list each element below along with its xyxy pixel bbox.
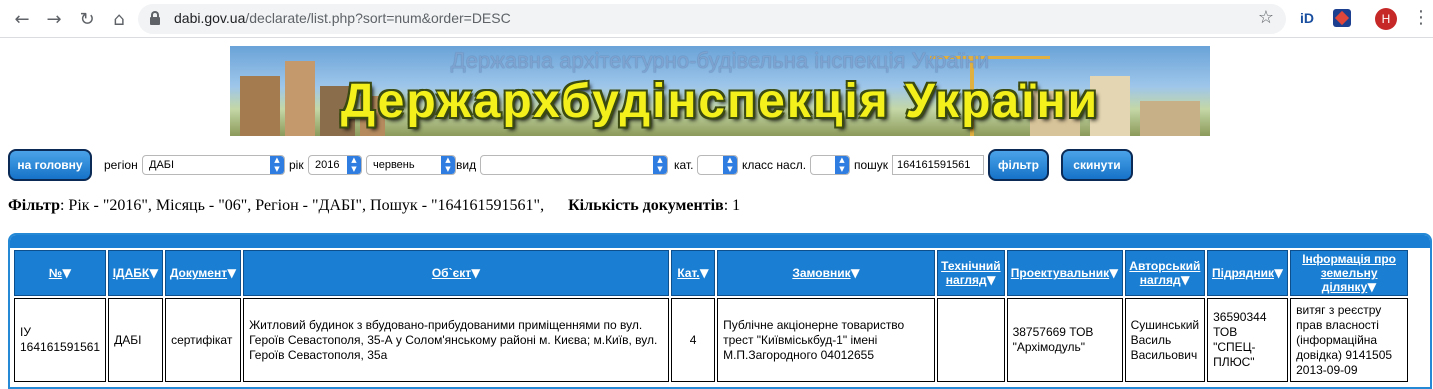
sort-link[interactable]: Замовник (792, 266, 850, 280)
filter-toolbar: на головну регіон ДАБІ ▲ ▼ рік 2016 ▲ ▼ черв… (8, 149, 1428, 183)
col-idabk[interactable]: ІДАБК▼ (108, 250, 164, 296)
back-arrow-icon[interactable]: ← (10, 7, 34, 31)
class-select[interactable]: ▲ ▼ (810, 155, 850, 175)
extension-icon[interactable] (1333, 9, 1351, 27)
sort-link[interactable]: Інформація про земельну ділянку (1302, 252, 1396, 294)
reset-button[interactable]: скинути (1061, 149, 1133, 181)
sort-desc-icon: ▼ (62, 266, 72, 280)
count-value: : 1 (723, 197, 741, 214)
cat-select[interactable]: ▲ ▼ (697, 155, 738, 175)
col-tech-supervision[interactable]: Технічний нагляд▼ (937, 250, 1005, 296)
sort-desc-icon: ▼ (699, 266, 709, 280)
year-label: рік (289, 158, 304, 172)
col-author-supervision[interactable]: Авторський нагляд▼ (1124, 250, 1206, 296)
cell-contractor: 36590344 ТОВ "СПЕЦ-ПЛЮС" (1207, 298, 1289, 382)
col-num[interactable]: №▼ (14, 250, 107, 296)
month-value: червень (373, 159, 415, 171)
cell-land-info: витяг з реєстру прав власності (інформац… (1290, 298, 1409, 382)
url-text: dabi.gov.ua/declarate/list.php?sort=num&… (174, 10, 511, 26)
class-label: класс насл. (742, 158, 807, 172)
cell-num: ІУ 164161591561 (14, 298, 107, 382)
col-land-info[interactable]: Інформація про земельну ділянку▼ (1290, 250, 1409, 296)
cell-cat: 4 (671, 298, 716, 382)
month-select[interactable]: червень ▲ ▼ (366, 155, 456, 175)
reload-icon[interactable]: ↻ (75, 7, 99, 31)
sort-link[interactable]: Підрядник (1212, 266, 1274, 280)
filter-text: : Рік - "2016", Місяць - "06", Регіон - … (59, 197, 545, 214)
sort-link[interactable]: № (49, 266, 62, 280)
select-chevron-icon: ▲ ▼ (347, 156, 361, 174)
filter-button[interactable]: фільтр (988, 149, 1049, 181)
cell-idabk: ДАБІ (108, 298, 164, 382)
col-contractor[interactable]: Підрядник▼ (1207, 250, 1289, 296)
profile-avatar[interactable]: H (1375, 8, 1397, 30)
col-designer[interactable]: Проектувальник▼ (1006, 250, 1123, 296)
banner-subtitle: Державна архітектурно-будівельна інспекц… (450, 48, 990, 73)
sort-desc-icon: ▼ (850, 266, 860, 280)
cell-author-supervision: Сушинський Василь Васильович (1124, 298, 1206, 382)
cell-document: сертифікат (165, 298, 242, 382)
region-value: ДАБІ (149, 159, 175, 171)
sort-desc-icon: ▼ (471, 266, 481, 280)
select-chevron-icon: ▲ ▼ (270, 156, 284, 174)
browser-menu-icon[interactable]: ⋮ (1412, 7, 1430, 28)
col-object[interactable]: Об`єкт▼ (243, 250, 670, 296)
sort-link[interactable]: Документ (170, 266, 227, 280)
sort-desc-icon: ▼ (1367, 280, 1377, 294)
documents-table-panel: №▼ ІДАБК▼ Документ▼ Об`єкт▼ Кат.▼ Замовн… (8, 233, 1432, 389)
sort-desc-icon: ▼ (1109, 266, 1119, 280)
select-chevron-icon: ▲ ▼ (723, 156, 737, 174)
col-cat[interactable]: Кат.▼ (671, 250, 716, 296)
search-label: пошук (854, 158, 889, 172)
col-customer[interactable]: Замовник▼ (717, 250, 936, 296)
sort-desc-icon: ▼ (1180, 273, 1190, 287)
type-select[interactable]: ▲ ▼ (480, 155, 668, 175)
year-value: 2016 (315, 159, 340, 171)
sort-desc-icon: ▼ (149, 266, 159, 280)
select-chevron-icon: ▲ ▼ (835, 156, 849, 174)
type-label: вид (456, 158, 477, 172)
col-document[interactable]: Документ▼ (165, 250, 242, 296)
sort-link[interactable]: ІДАБК (113, 266, 150, 280)
browser-toolbar: ← → ↻ ⌂ dabi.gov.ua/declarate/list.php?s… (0, 0, 1433, 38)
sort-desc-icon: ▼ (1273, 266, 1284, 280)
url-path: /declarate/list.php?sort=num&order=DESC (245, 10, 511, 26)
table-row: ІУ 164161591561 ДАБІ сертифікат Житловий… (14, 298, 1409, 382)
region-label: регіон (104, 158, 138, 172)
filter-summary: Фільтр: Рік - "2016", Місяць - "06", Рег… (8, 197, 740, 215)
select-chevron-icon: ▲ ▼ (653, 156, 667, 174)
count-label: Кількість документів (568, 197, 724, 214)
year-select[interactable]: 2016 ▲ ▼ (308, 155, 362, 175)
sort-desc-icon: ▼ (227, 266, 237, 280)
sort-desc-icon: ▼ (986, 273, 996, 287)
cell-customer: Публічне акціонерне товариство трест "Ки… (717, 298, 936, 382)
table-header-row: №▼ ІДАБК▼ Документ▼ Об`єкт▼ Кат.▼ Замовн… (14, 250, 1409, 296)
region-select[interactable]: ДАБІ ▲ ▼ (142, 155, 285, 175)
home-icon[interactable]: ⌂ (107, 7, 131, 31)
cat-label: кат. (674, 158, 694, 172)
select-chevron-icon: ▲ ▼ (441, 156, 455, 174)
documents-table: №▼ ІДАБК▼ Документ▼ Об`єкт▼ Кат.▼ Замовн… (12, 248, 1410, 384)
filter-label: Фільтр (8, 197, 60, 214)
cell-tech-supervision (937, 298, 1005, 382)
sort-link[interactable]: Об`єкт (432, 266, 471, 280)
cell-object: Житловий будинок з вбудовано-прибудовани… (243, 298, 670, 382)
site-banner: Державна архітектурно-будівельна інспекц… (230, 46, 1210, 136)
extension-id-icon[interactable]: iD (1300, 10, 1320, 28)
lock-icon (150, 11, 160, 25)
home-button[interactable]: на головну (8, 149, 92, 181)
url-host: dabi.gov.ua (174, 10, 246, 26)
sort-link[interactable]: Проектувальник (1011, 266, 1109, 280)
forward-arrow-icon[interactable]: → (42, 7, 66, 31)
bookmark-star-icon[interactable]: ☆ (1258, 7, 1274, 28)
cell-designer: 38757669 ТОВ "Архімодуль" (1006, 298, 1123, 382)
address-bar[interactable]: dabi.gov.ua/declarate/list.php?sort=num&… (138, 4, 1286, 34)
sort-link[interactable]: Кат. (677, 266, 699, 280)
banner-title: Держархбудінспекція України (340, 75, 1100, 128)
search-input[interactable] (892, 155, 984, 175)
